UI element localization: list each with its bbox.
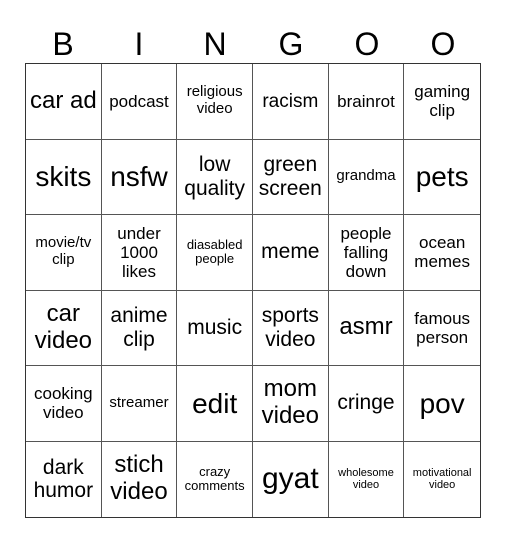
header-letter: G xyxy=(278,26,304,62)
bingo-cell[interactable]: asmr xyxy=(328,290,405,366)
bingo-cell[interactable]: nsfw xyxy=(101,139,178,215)
bingo-cell[interactable]: ocean memes xyxy=(404,215,480,291)
bingo-cell[interactable]: mom video xyxy=(252,366,329,442)
bingo-cell[interactable]: people falling down xyxy=(328,215,405,291)
bingo-grid: car ad podcast religious video racism br… xyxy=(25,63,481,518)
header-letter: O xyxy=(430,26,456,62)
bingo-header: B I N G O O xyxy=(25,24,481,64)
bingo-cell[interactable]: grandma xyxy=(328,139,405,215)
bingo-cell[interactable]: brainrot xyxy=(328,64,405,140)
bingo-cell[interactable]: green screen xyxy=(252,139,329,215)
bingo-cell[interactable]: music xyxy=(177,290,253,366)
bingo-cell[interactable]: wholesome video xyxy=(329,441,405,517)
bingo-cell[interactable]: car video xyxy=(26,290,102,366)
bingo-cell[interactable]: low quality xyxy=(177,139,253,215)
bingo-cell[interactable]: edit xyxy=(177,366,253,442)
bingo-cell[interactable]: crazy comments xyxy=(177,441,253,517)
bingo-cell[interactable]: cringe xyxy=(328,366,405,442)
bingo-cell[interactable]: meme xyxy=(252,215,329,291)
bingo-cell[interactable]: anime clip xyxy=(101,290,178,366)
bingo-cell[interactable]: streamer xyxy=(101,366,178,442)
header-letter: B xyxy=(52,26,74,62)
bingo-cell[interactable]: religious video xyxy=(177,64,253,140)
header-letter: I xyxy=(134,26,144,62)
bingo-cell[interactable]: gaming clip xyxy=(404,64,480,140)
header-letter: O xyxy=(354,26,380,62)
bingo-cell[interactable]: podcast xyxy=(101,64,178,140)
bingo-cell[interactable]: pets xyxy=(404,140,480,215)
bingo-cell[interactable]: stich video xyxy=(102,441,178,517)
bingo-cell[interactable]: famous person xyxy=(404,291,480,366)
bingo-cell[interactable]: racism xyxy=(252,64,329,140)
bingo-cell[interactable]: cooking video xyxy=(26,366,102,442)
bingo-cell[interactable]: gyat xyxy=(253,441,329,517)
bingo-cell[interactable]: motivational video xyxy=(404,442,480,518)
bingo-cell[interactable]: dark humor xyxy=(26,441,102,517)
bingo-cell[interactable]: sports video xyxy=(252,290,329,366)
header-letter: N xyxy=(203,26,227,62)
bingo-cell[interactable]: under 1000 likes xyxy=(101,215,178,291)
bingo-cell[interactable]: diasabled people xyxy=(177,215,253,291)
bingo-cell[interactable]: pov xyxy=(404,366,480,442)
bingo-cell[interactable]: car ad xyxy=(26,64,102,140)
bingo-cell[interactable]: movie/tv clip xyxy=(26,215,102,291)
bingo-cell[interactable]: skits xyxy=(26,139,102,215)
